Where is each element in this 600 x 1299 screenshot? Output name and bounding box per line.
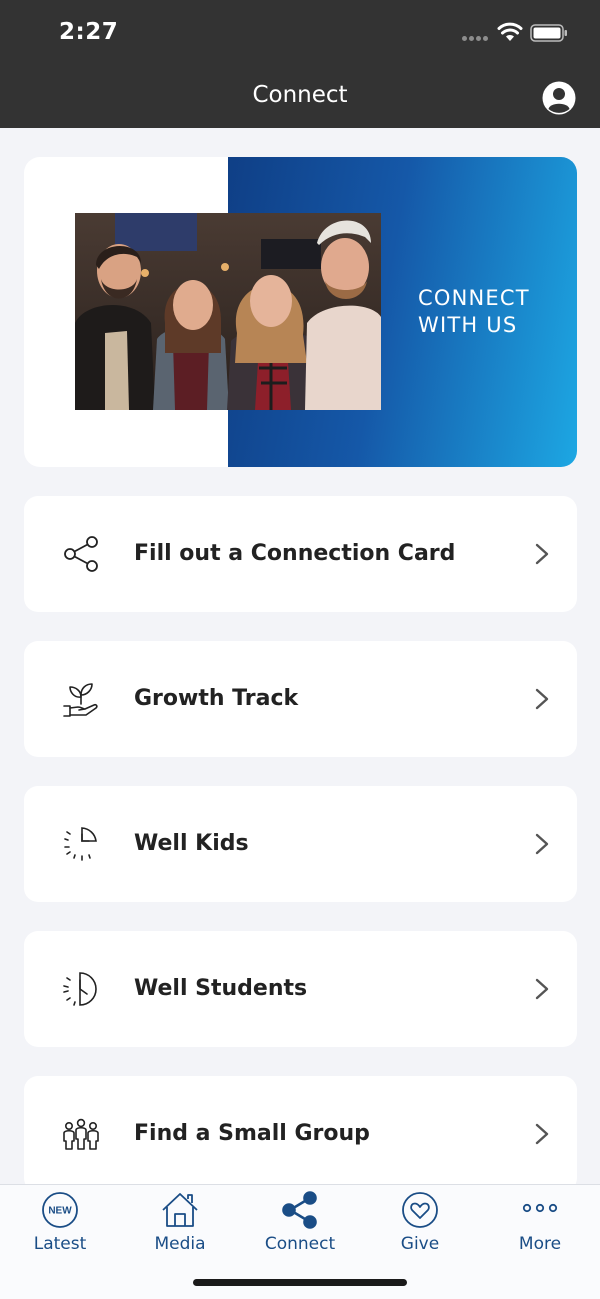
menu-item-label: Fill out a Connection Card [134, 541, 456, 566]
navigation-bar: Connect [0, 64, 600, 128]
half-clock-icon [63, 972, 97, 1006]
profile-icon[interactable] [542, 81, 576, 115]
menu-item-well-kids[interactable]: Well Kids [24, 786, 577, 902]
hero-heading: CONNECT WITH US [418, 285, 530, 339]
heart-icon [402, 1192, 438, 1228]
home-icon [162, 1193, 198, 1227]
menu-item-label: Growth Track [134, 686, 299, 711]
tab-label: More [518, 1234, 562, 1254]
tab-label: Connect [264, 1234, 336, 1254]
chevron-right-icon [535, 978, 549, 1000]
wifi-icon [497, 22, 523, 41]
share-icon [282, 1191, 317, 1229]
group-photo [75, 213, 381, 410]
chevron-right-icon [535, 688, 549, 710]
menu-item-growth-track[interactable]: Growth Track [24, 641, 577, 757]
tab-more[interactable]: More [480, 1185, 600, 1265]
tab-label: Media [154, 1234, 206, 1254]
hero-heading-line-1: CONNECT [418, 286, 530, 310]
plant-hand-icon [63, 683, 98, 717]
page-title: Connect [252, 82, 348, 108]
menu-item-label: Find a Small Group [134, 1121, 370, 1146]
chevron-right-icon [535, 833, 549, 855]
chevron-right-icon [535, 1123, 549, 1145]
tab-connect[interactable]: Connect [240, 1185, 360, 1265]
home-indicator[interactable] [193, 1279, 407, 1286]
tab-give[interactable]: Give [360, 1185, 480, 1265]
status-time: 2:27 [59, 19, 119, 45]
connect-hero-banner[interactable]: CONNECT WITH US [24, 157, 577, 467]
partial-clock-icon [64, 827, 97, 861]
hero-heading-line-2: WITH US [418, 313, 518, 337]
menu-item-label: Well Students [134, 976, 308, 1001]
chevron-right-icon [535, 543, 549, 565]
more-dots-icon [522, 1203, 558, 1213]
new-badge-icon: NEW [42, 1192, 78, 1228]
new-badge-text: NEW [48, 1206, 72, 1217]
menu-item-connection-card[interactable]: Fill out a Connection Card [24, 496, 577, 612]
menu-item-well-students[interactable]: Well Students [24, 931, 577, 1047]
cellular-signal-icon [462, 36, 490, 42]
tab-label: Latest [33, 1234, 87, 1254]
battery-icon [530, 24, 567, 42]
share-icon [64, 536, 98, 572]
menu-item-small-group[interactable]: Find a Small Group [24, 1076, 577, 1192]
tab-label: Give [400, 1234, 440, 1254]
tab-latest[interactable]: NEW Latest [0, 1185, 120, 1265]
group-people-icon [63, 1118, 99, 1150]
status-bar: 2:27 [0, 0, 600, 64]
menu-item-label: Well Kids [134, 831, 249, 856]
tab-media[interactable]: Media [120, 1185, 240, 1265]
